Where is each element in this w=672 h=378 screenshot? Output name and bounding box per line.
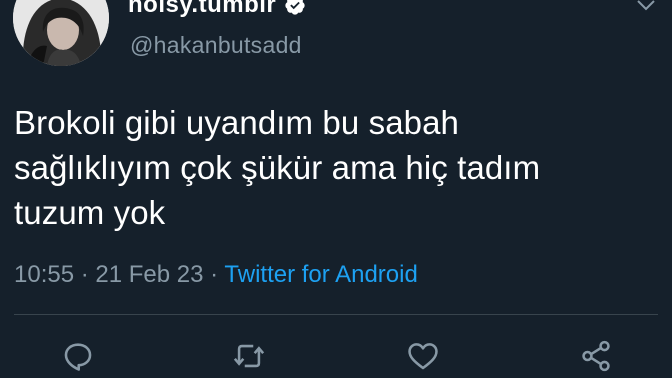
tweet-text: Brokoli gibi uyandım bu sabah sağlıklıyı… xyxy=(14,100,654,235)
display-name[interactable]: noisy.tumblr xyxy=(128,0,306,19)
divider xyxy=(14,314,658,315)
reply-icon xyxy=(64,343,92,371)
share-button[interactable] xyxy=(579,339,613,373)
share-icon xyxy=(582,340,610,372)
reply-button[interactable] xyxy=(61,339,95,373)
heart-icon xyxy=(408,343,438,370)
verified-badge-icon xyxy=(285,0,305,15)
user-handle[interactable]: @hakanbutsadd xyxy=(130,32,302,59)
like-button[interactable] xyxy=(406,339,440,373)
tweet-time: 10:55 xyxy=(14,261,75,288)
tweet-source-link[interactable]: Twitter for Android xyxy=(224,261,417,288)
display-name-text: noisy.tumblr xyxy=(128,0,277,18)
tweet-text-line: tuzum yok xyxy=(14,194,166,231)
retweet-button[interactable] xyxy=(232,339,266,373)
tweet-text-line: sağlıklıyım çok şükür ama hiç tadım xyxy=(14,149,541,186)
tweet-date: 21 Feb 23 xyxy=(95,261,204,288)
meta-separator: · xyxy=(80,261,89,288)
tweet-meta: 10:55 · 21 Feb 23 · Twitter for Android xyxy=(14,261,418,289)
avatar[interactable] xyxy=(13,0,109,66)
chevron-down-icon[interactable] xyxy=(634,0,658,18)
meta-separator: · xyxy=(210,261,219,288)
profile-photo xyxy=(13,0,109,66)
retweet-icon xyxy=(233,344,265,368)
tweet-text-line: Brokoli gibi uyandım bu sabah xyxy=(14,104,459,141)
